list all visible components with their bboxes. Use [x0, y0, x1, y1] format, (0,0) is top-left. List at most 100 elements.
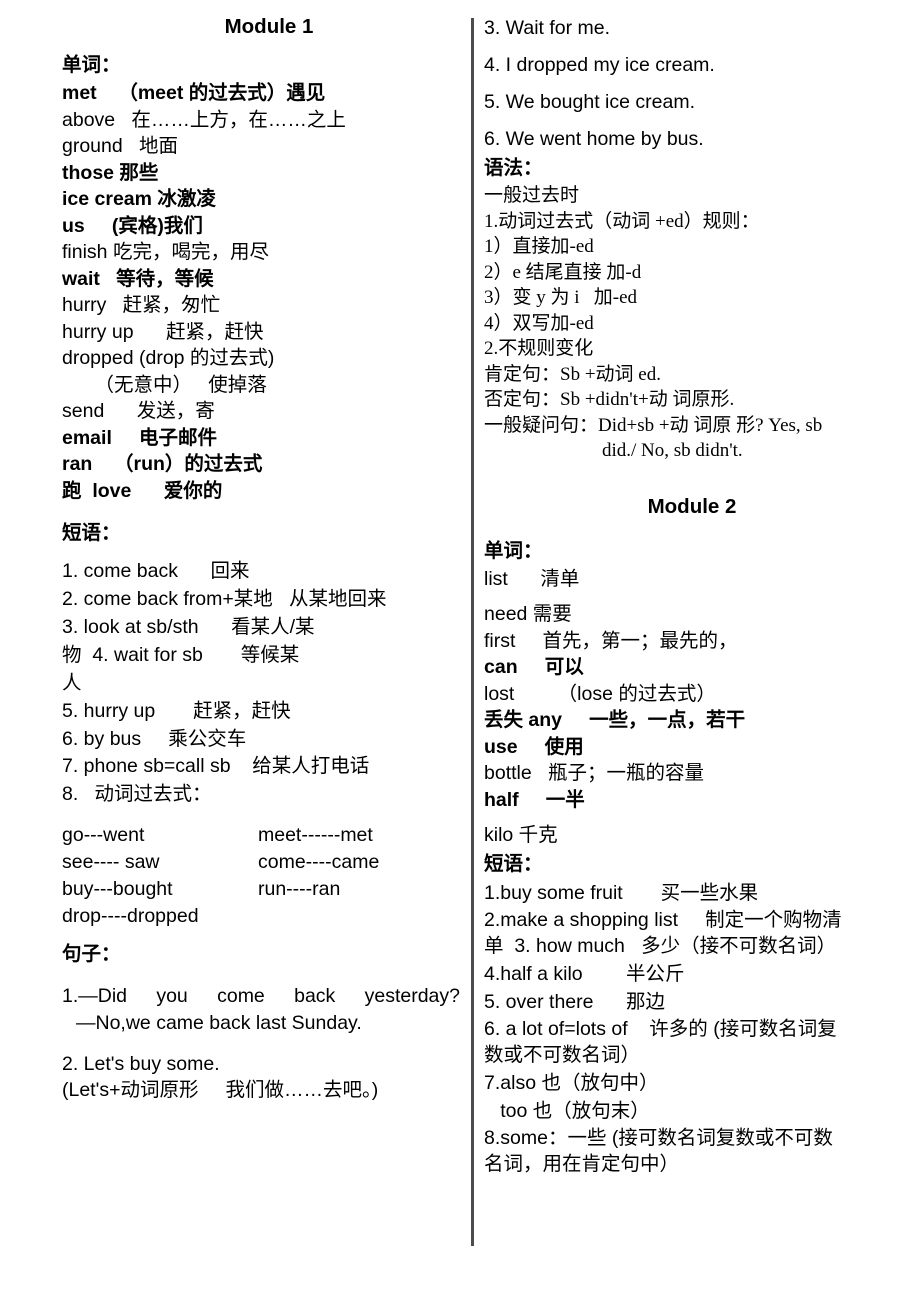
word-entry: those 那些	[62, 161, 159, 184]
word-entry: send 发送，寄	[62, 400, 215, 422]
table-row: drop----dropped	[62, 903, 460, 930]
phrase-entry: 6. a lot of=lots of 许多的 (接可数名词复	[484, 1017, 837, 1040]
word-entry: can 可以	[484, 656, 584, 678]
word-entry: wait 等待，等候	[62, 267, 214, 290]
verb-pair-left: see---- saw	[62, 850, 160, 873]
grammar-line: 一般过去时	[484, 185, 580, 206]
phrase-entry: 1. come back 回来	[62, 560, 250, 582]
word-entry: kilo 千克	[484, 824, 558, 846]
grammar-heading: 语法：	[484, 157, 543, 179]
phrase-entry: 7.also 也（放句中）	[484, 1071, 659, 1094]
sentence-entry: 1.—Did you come back yesterday?	[62, 984, 460, 1007]
module-2-phrases-heading: 短语：	[484, 852, 543, 875]
grammar-rules-list: 一般过去时 1.动词过去式（动词 +ed）规则： 1）直接加-ed 2）e 结尾…	[484, 183, 900, 464]
phrase-entry: 8.some：一些 (接可数名词复数或不可数	[484, 1126, 833, 1149]
module-2-phrase-list: 1.buy some fruit 买一些水果 2.make a shopping…	[484, 879, 900, 1178]
grammar-line: 3）变 y 为 i 加-ed	[484, 287, 638, 308]
verb-pair-left: go---went	[62, 823, 145, 846]
grammar-line: 肯定句：Sb +动词 ed.	[484, 363, 661, 385]
word-entry: dropped (drop 的过去式)	[62, 347, 275, 369]
sentence-entry: (Let's+动词原形 我们做……去吧。)	[62, 1079, 379, 1101]
phrase-entry: 物 4. wait for sb 等候某	[62, 644, 300, 666]
phrase-entry: 单 3. how much 多少（接不可数名词）	[484, 935, 837, 957]
phrase-entry: too 也（放句末）	[484, 1099, 650, 1122]
word-entry: met （meet 的过去式）遇见	[62, 82, 326, 104]
module-1-word-list: met （meet 的过去式）遇见 above 在……上方，在……之上 grou…	[62, 80, 460, 504]
grammar-line: 一般疑问句：Did+sb +动 词原 形? Yes, sb	[484, 414, 823, 436]
sentence-entry: —No,we came back last Sunday.	[76, 1011, 362, 1034]
word-entry: hurry up 赶紧，赶快	[62, 320, 264, 343]
word-entry: need 需要	[484, 603, 572, 625]
module-2-words-heading: 单词：	[484, 539, 543, 562]
table-row: see---- saw come----came	[62, 849, 460, 876]
sentence-entry: 6. We went home by bus.	[484, 128, 704, 150]
table-row: go---went meet------met	[62, 822, 460, 849]
verb-pair-right: come----came	[258, 850, 380, 873]
word-entry: ran （run）的过去式	[62, 453, 263, 475]
module-1-title: Module 1	[224, 15, 314, 38]
phrase-entry: 2.make a shopping list 制定一个购物清	[484, 908, 842, 931]
phrase-entry: 4.half a kilo 半公斤	[484, 962, 685, 985]
grammar-line: 2）e 结尾直接 加-d	[484, 261, 642, 283]
word-entry: email 电子邮件	[62, 426, 217, 449]
word-entry: 丢失 any 一些，一点，若干	[484, 709, 746, 731]
word-entry: ground 地面	[62, 135, 178, 157]
grammar-line: 2.不规则变化	[484, 338, 594, 359]
sentence-entry: 4. I dropped my ice cream.	[484, 54, 715, 76]
verb-past-tense-table: go---went meet------met see---- saw come…	[62, 822, 460, 930]
word-entry: ice cream 冰激凌	[62, 188, 216, 210]
word-entry: hurry 赶紧，匆忙	[62, 294, 221, 316]
left-column: Module 1 单词： met （meet 的过去式）遇见 above 在………	[0, 0, 474, 1302]
word-entry: bottle 瓶子；一瓶的容量	[484, 762, 704, 784]
notes-page: Module 1 单词： met （meet 的过去式）遇见 above 在………	[0, 0, 920, 1302]
verb-pair-right: meet------met	[258, 823, 373, 846]
word-entry: 跑 love 爱你的	[62, 479, 223, 502]
phrase-entry: 2. come back from+某地 从某地回来	[62, 588, 387, 610]
verb-pair-right	[258, 903, 460, 930]
sentence-entry: 3. Wait for me.	[484, 17, 611, 39]
phrase-entry: 3. look at sb/sth 看某人/某	[62, 616, 315, 638]
phrase-entry: 数或不可数名词）	[484, 1044, 641, 1066]
module-2-title: Module 2	[647, 494, 737, 518]
sentence-entry: 2. Let's buy some.	[62, 1052, 220, 1075]
phrase-entry: 7. phone sb=call sb 给某人打电话	[62, 755, 370, 777]
grammar-line-continuation: did./ No, sb didn't.	[602, 440, 743, 461]
verb-pair-left: buy---bought	[62, 877, 173, 900]
word-entry: us (宾格)我们	[62, 214, 203, 237]
phrase-entry: 8. 动词过去式：	[62, 782, 212, 805]
right-column: 3. Wait for me. 4. I dropped my ice crea…	[474, 0, 920, 1302]
word-entry: finish 吃完，喝完，用尽	[62, 241, 269, 263]
word-entry: use 使用	[484, 735, 584, 758]
phrase-entry: 5. over there 那边	[484, 990, 665, 1013]
grammar-line: 4）双写加-ed	[484, 312, 594, 334]
module-1-phrase-list: 1. come back 回来 2. come back from+某地 从某地…	[62, 557, 460, 808]
word-entry: lost （lose 的过去式）	[484, 682, 716, 705]
word-entry: above 在……上方，在……之上	[62, 108, 346, 131]
module-1-sentence-list: 1.—Did you come back yesterday? —No,we c…	[62, 983, 460, 1104]
grammar-line: 1.动词过去式（动词 +ed）规则：	[484, 210, 760, 232]
module-1-sentences-heading: 句子：	[62, 942, 121, 965]
module-1-phrases-heading: 短语：	[62, 522, 121, 544]
word-entry: first 首先，第一；最先的，	[484, 629, 738, 652]
phrase-entry: 1.buy some fruit 买一些水果	[484, 881, 759, 904]
module-1-sentences-continued: 3. Wait for me. 4. I dropped my ice crea…	[484, 14, 900, 153]
word-entry: half 一半	[484, 788, 585, 811]
grammar-line: 否定句：Sb +didn't+动 词原形.	[484, 389, 735, 410]
word-entry: list 清单	[484, 567, 580, 590]
module-1-words-heading: 单词：	[62, 54, 121, 76]
table-row: buy---bought run----ran	[62, 876, 460, 903]
phrase-entry: 名词，用在肯定句中）	[484, 1153, 680, 1175]
phrase-entry: 人	[62, 672, 82, 694]
module-2-word-list: list 清单 need 需要 first 首先，第一；最先的， can 可以 …	[484, 566, 900, 849]
phrase-entry: 6. by bus 乘公交车	[62, 728, 247, 750]
sentence-entry: 5. We bought ice cream.	[484, 91, 695, 113]
grammar-line: 1）直接加-ed	[484, 236, 594, 257]
